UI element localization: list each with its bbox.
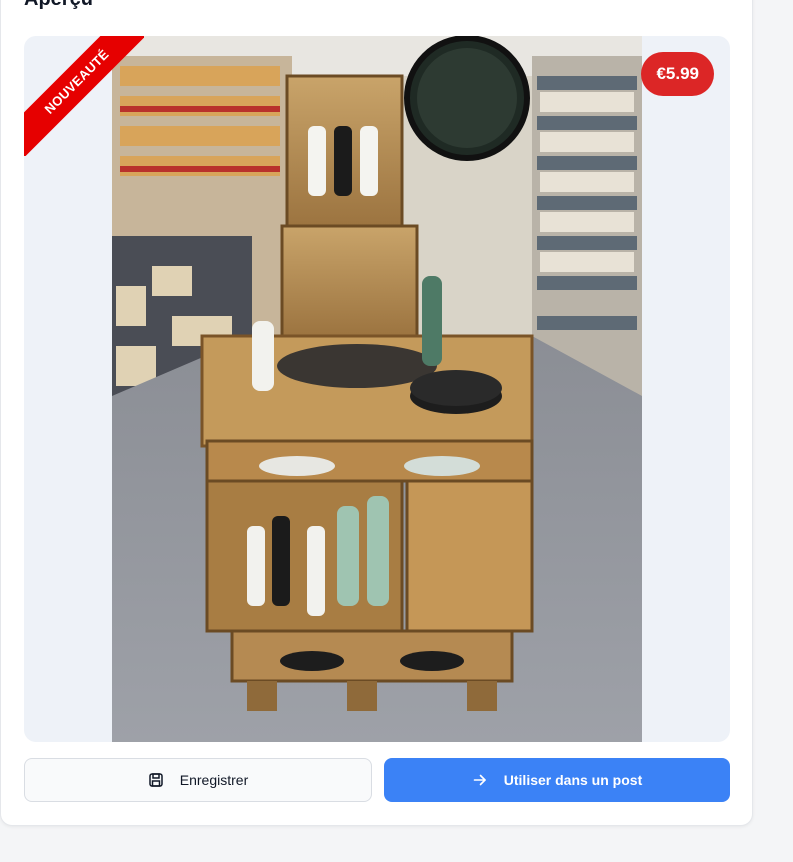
use-in-post-button[interactable]: Utiliser dans un post <box>384 758 730 802</box>
product-preview: NOUVEAUTÉ €5.99 <box>24 36 730 742</box>
use-in-post-label: Utiliser dans un post <box>503 772 643 788</box>
preview-card: Aperçu <box>0 0 753 826</box>
new-ribbon-label: NOUVEAUTÉ <box>24 36 144 156</box>
save-button[interactable]: Enregistrer <box>24 758 372 802</box>
section-title: Aperçu <box>24 0 93 11</box>
save-button-label: Enregistrer <box>179 772 249 788</box>
floppy-disk-icon <box>148 772 164 788</box>
new-ribbon: NOUVEAUTÉ <box>24 36 144 156</box>
product-photo <box>112 36 642 742</box>
arrow-right-icon <box>472 772 488 788</box>
price-badge: €5.99 <box>641 52 714 96</box>
